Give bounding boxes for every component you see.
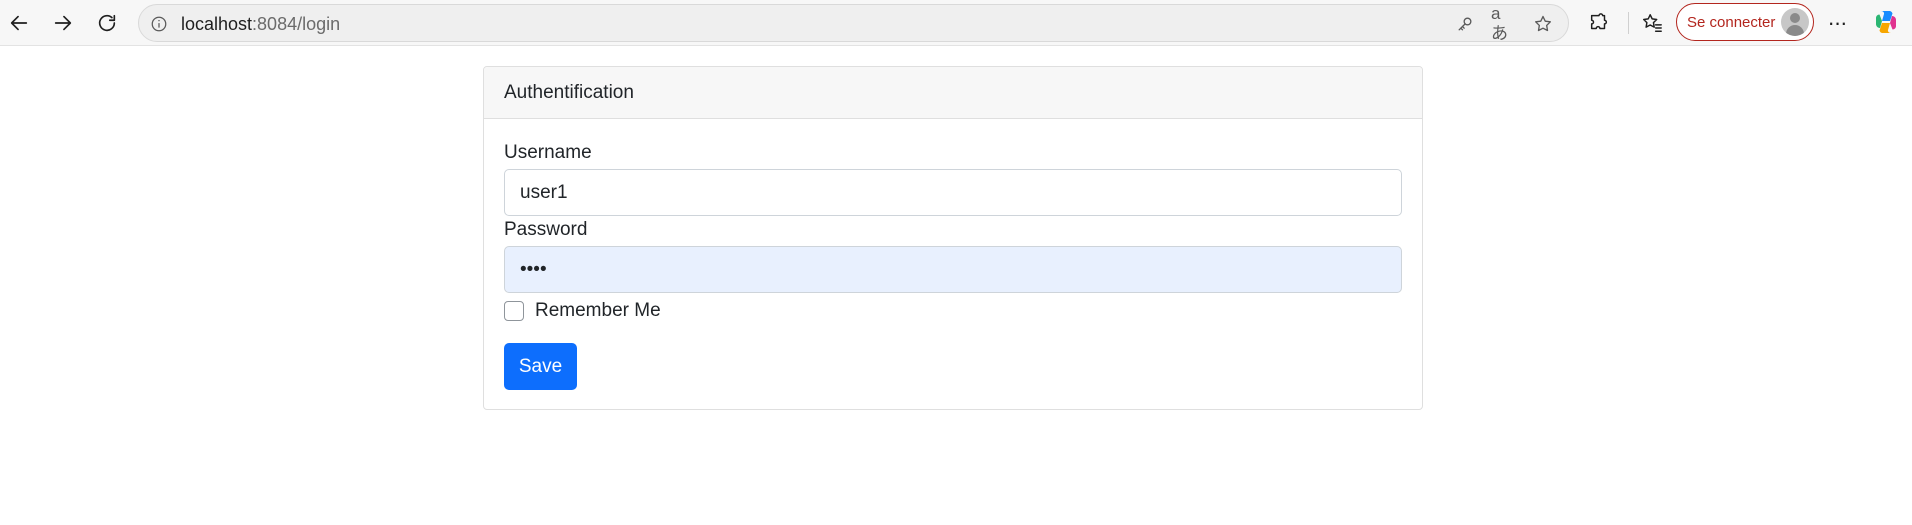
login-card: Authentification Username Password Remem… <box>483 66 1423 410</box>
save-button[interactable]: Save <box>504 343 577 390</box>
favorites-button[interactable] <box>1634 5 1670 41</box>
site-info-icon[interactable] <box>149 14 169 34</box>
card-title: Authentification <box>484 67 1422 119</box>
remember-me-row[interactable]: Remember Me <box>504 299 661 323</box>
url-path: :8084/login <box>252 14 341 34</box>
remember-me-checkbox[interactable] <box>504 301 524 321</box>
browser-toolbar: localhost:8084/login aあ Se connecter ··· <box>0 0 1912 46</box>
back-icon <box>10 15 28 31</box>
url-host: localhost <box>181 14 253 34</box>
username-label: Username <box>504 142 592 163</box>
key-icon[interactable] <box>1454 13 1476 35</box>
forward-icon <box>54 15 72 31</box>
password-input[interactable] <box>504 246 1402 293</box>
refresh-button[interactable] <box>89 5 125 41</box>
password-label: Password <box>504 219 588 240</box>
extensions-icon <box>1590 13 1608 30</box>
address-bar[interactable]: localhost:8084/login aあ <box>138 4 1569 43</box>
remember-me-label[interactable]: Remember Me <box>535 299 661 323</box>
url-text: localhost:8084/login <box>181 14 340 34</box>
copilot-icon[interactable] <box>1873 9 1899 35</box>
extensions-button[interactable] <box>1581 5 1617 41</box>
forward-button[interactable] <box>45 5 81 41</box>
avatar-icon <box>1781 8 1809 36</box>
more-icon[interactable]: ··· <box>1819 5 1855 41</box>
favorite-star-icon[interactable] <box>1532 13 1554 35</box>
refresh-icon <box>98 14 116 32</box>
sign-in-label: Se connecter <box>1687 13 1776 31</box>
username-input[interactable] <box>504 169 1402 216</box>
favorites-icon <box>1643 14 1662 32</box>
toolbar-separator <box>1628 12 1629 34</box>
translate-icon[interactable]: aあ <box>1491 4 1513 43</box>
back-button[interactable] <box>1 5 37 41</box>
sign-in-button[interactable]: Se connecter <box>1676 3 1814 41</box>
